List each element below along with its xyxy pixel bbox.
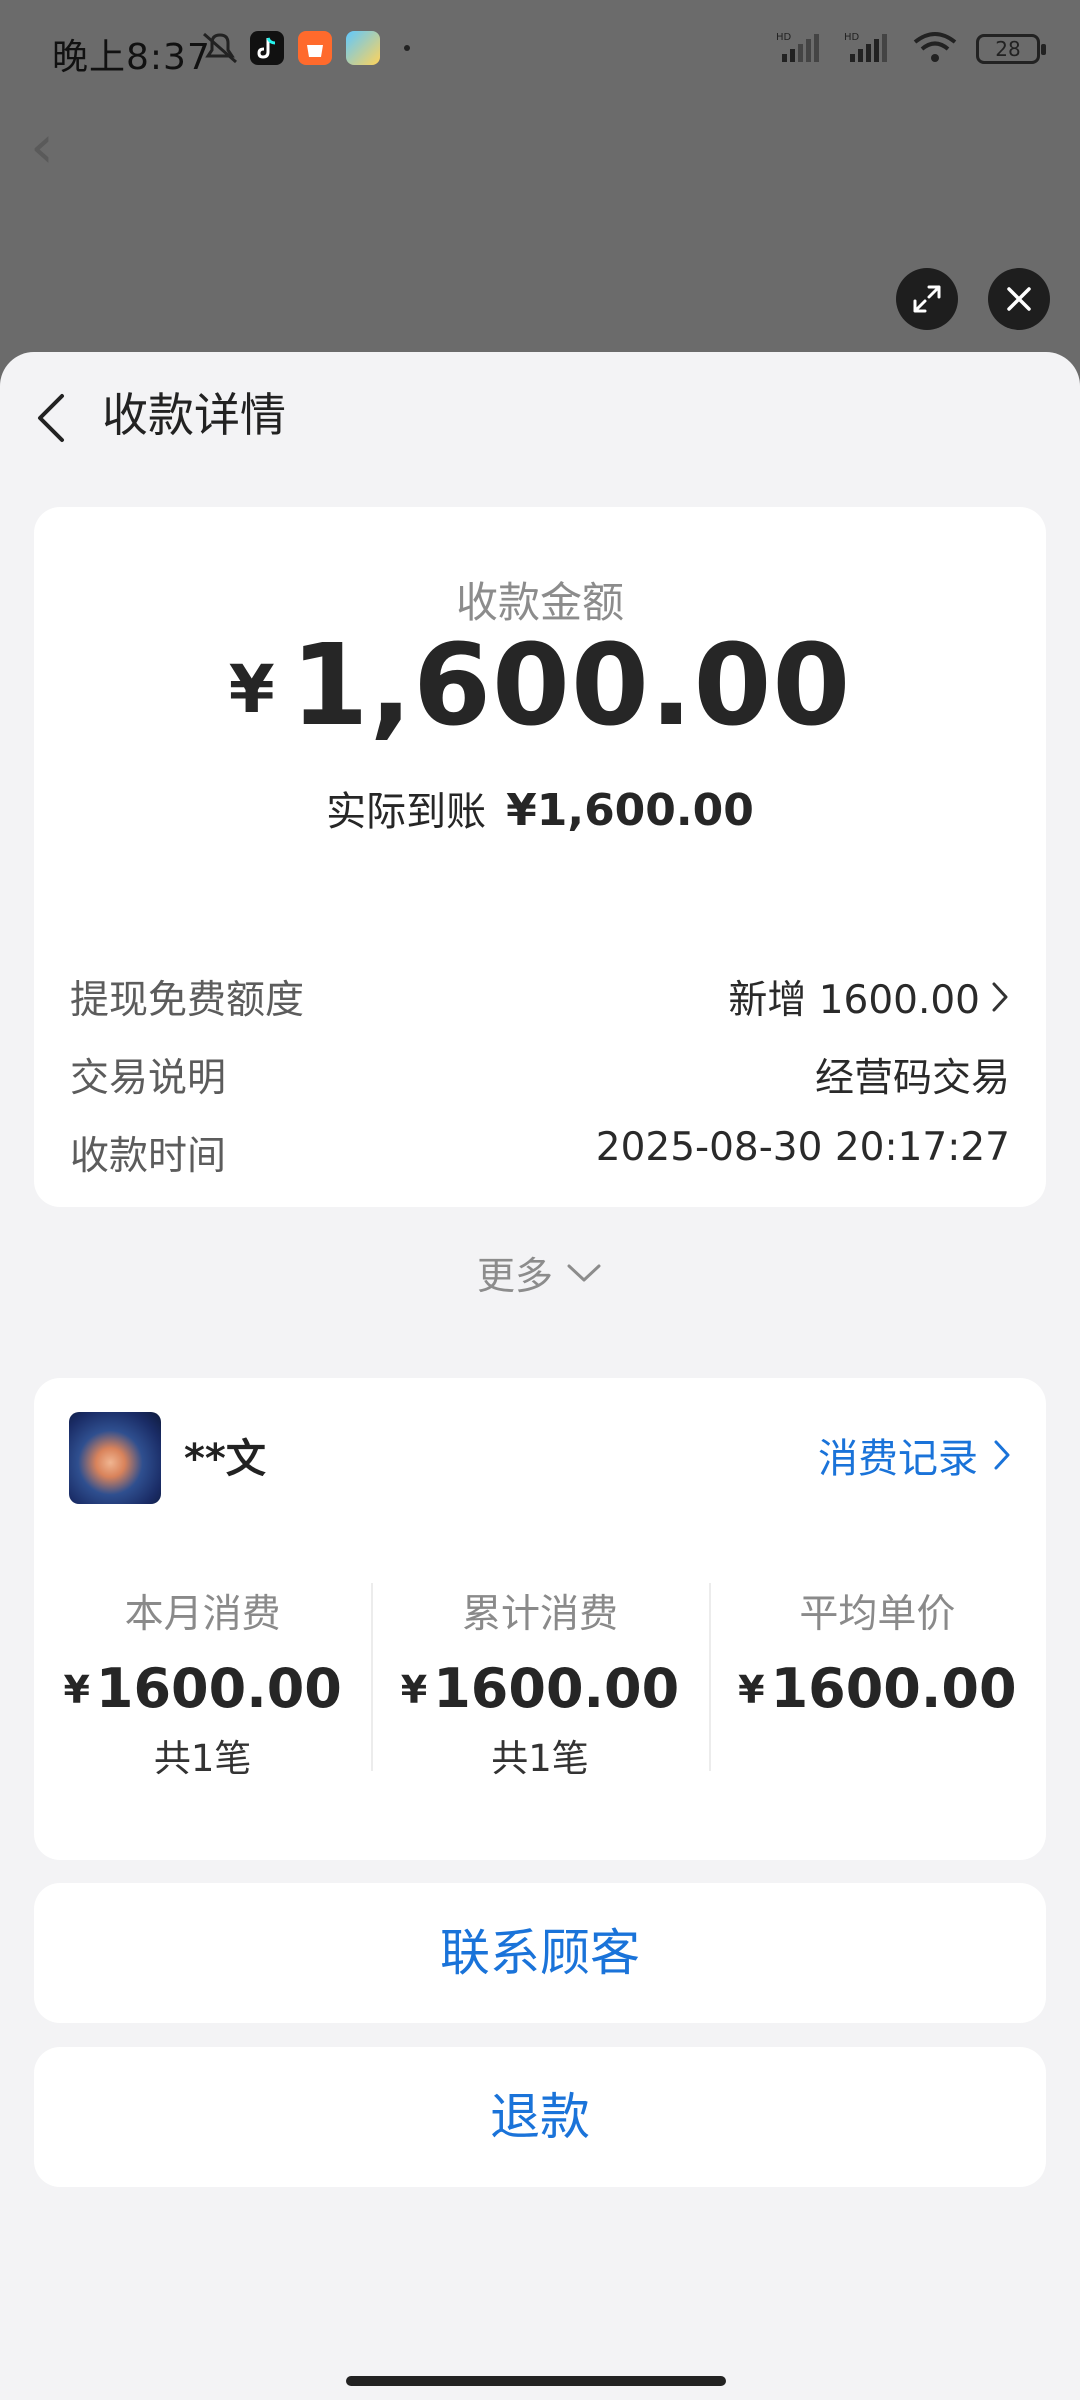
background-back-icon: ‹ xyxy=(30,112,54,182)
home-indicator[interactable] xyxy=(346,2376,726,2386)
row-key: 提现免费额度 xyxy=(70,978,305,1023)
row-receipt-time: 收款时间 2025-08-30 20:17:27 xyxy=(70,1125,1010,1185)
back-chevron-icon xyxy=(38,394,64,442)
status-time: 晚上8:37 xyxy=(52,37,211,78)
contact-customer-button[interactable]: 联系顾客 xyxy=(34,1883,1046,2023)
close-button[interactable] xyxy=(988,268,1050,330)
stat-average-price: 平均单价 ¥1600.00 xyxy=(708,1583,1046,1773)
row-transaction-note: 交易说明 经营码交易 xyxy=(70,1047,1010,1107)
stat-number: 1600.00 xyxy=(95,1657,342,1720)
amount-number: 1,600.00 xyxy=(290,621,852,751)
wifi-icon xyxy=(912,30,958,68)
stat-month-spend: 本月消费 ¥1600.00 共1笔 xyxy=(34,1583,371,1780)
stat-count: 共1笔 xyxy=(491,1737,589,1780)
stat-total-spend: 累计消费 ¥1600.00 共1笔 xyxy=(371,1583,708,1780)
row-key: 交易说明 xyxy=(70,1056,227,1101)
stat-count: 共1笔 xyxy=(153,1737,252,1780)
header: 收款详情 xyxy=(0,352,1080,472)
amount-currency: ¥ xyxy=(228,651,275,728)
back-button[interactable] xyxy=(32,390,72,446)
customer-name: **文 xyxy=(184,1436,266,1482)
status-right-icons: HD HD 28 xyxy=(776,30,1046,68)
chevron-right-icon xyxy=(992,982,1008,1012)
taobao-icon xyxy=(298,31,332,65)
stat-label: 累计消费 xyxy=(461,1592,618,1637)
more-label: 更多 xyxy=(476,1254,553,1298)
close-icon xyxy=(1007,287,1031,311)
row-value: 2025-08-30 20:17:27 xyxy=(595,1125,1010,1170)
battery-icon: 28 xyxy=(976,34,1046,64)
expand-icon xyxy=(913,285,941,313)
amount-card: 收款金额 ¥1,600.00 实际到账 ¥1,600.00 提现免费额度 新增 1… xyxy=(34,507,1046,1207)
refund-button[interactable]: 退款 xyxy=(34,2047,1046,2187)
stat-currency: ¥ xyxy=(738,1668,765,1712)
stat-number: 1600.00 xyxy=(770,1657,1017,1720)
actual-received-label: 实际到账 xyxy=(326,789,487,835)
expand-button[interactable] xyxy=(896,268,958,330)
consumption-record-label: 消费记录 xyxy=(818,1436,978,1482)
row-value-text: 新增 1600.00 xyxy=(728,978,980,1023)
actual-received-value: ¥1,600.00 xyxy=(506,785,754,836)
row-value: 新增 1600.00 xyxy=(728,969,1010,1025)
more-toggle[interactable]: 更多 xyxy=(34,1245,1046,1300)
row-value: 经营码交易 xyxy=(814,1056,1010,1101)
svg-text:HD: HD xyxy=(844,32,860,43)
svg-text:HD: HD xyxy=(776,32,792,43)
stat-value: ¥1600.00 xyxy=(709,1657,1046,1720)
stat-value: ¥1600.00 xyxy=(371,1657,708,1720)
customer-stats: 本月消费 ¥1600.00 共1笔 累计消费 ¥1600.00 共1笔 平均单价… xyxy=(34,1583,1046,1780)
page-title: 收款详情 xyxy=(102,388,286,442)
actual-received: 实际到账 ¥1,600.00 xyxy=(34,779,1046,837)
stat-currency: ¥ xyxy=(63,1668,90,1712)
douyin-icon xyxy=(250,31,284,65)
hd-signal-1-icon: HD xyxy=(776,30,826,68)
avatar xyxy=(69,1412,161,1504)
consumption-record-link[interactable]: 消费记录 xyxy=(818,1426,1012,1484)
row-key: 收款时间 xyxy=(70,1134,227,1179)
stat-value: ¥1600.00 xyxy=(34,1657,371,1720)
stat-number: 1600.00 xyxy=(433,1657,680,1720)
status-app-icons xyxy=(200,30,410,66)
amount-value: ¥1,600.00 xyxy=(34,621,1046,751)
stat-currency: ¥ xyxy=(400,1668,428,1712)
row-free-withdrawal-quota[interactable]: 提现免费额度 新增 1600.00 xyxy=(70,969,1010,1029)
customer-card: **文 消费记录 本月消费 ¥1600.00 共1笔 累计消费 ¥1600.00… xyxy=(34,1378,1046,1860)
hd-signal-2-icon: HD xyxy=(844,30,894,68)
stat-label: 平均单价 xyxy=(799,1592,956,1637)
gallery-icon xyxy=(346,31,380,65)
chevron-right-icon xyxy=(994,1440,1010,1470)
status-bar: 晚上8:37 HD HD 28 xyxy=(0,0,1080,100)
chevron-down-icon xyxy=(567,1264,601,1281)
muted-bell-icon xyxy=(200,30,237,66)
stat-label: 本月消费 xyxy=(124,1592,281,1637)
notification-dot xyxy=(404,45,410,51)
